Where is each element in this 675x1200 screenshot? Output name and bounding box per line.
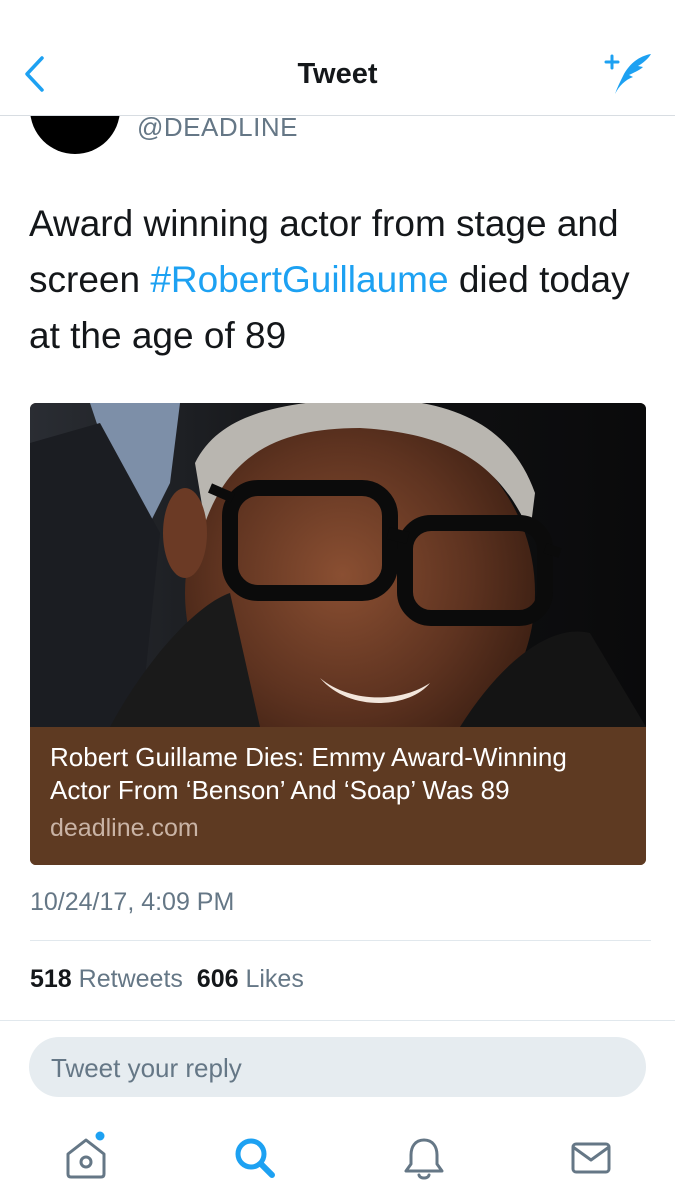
tab-bar [0, 1110, 675, 1200]
tab-messages[interactable] [561, 1128, 621, 1188]
likes-label: Likes [245, 965, 304, 993]
compose-tweet-icon [604, 54, 651, 94]
retweets-stat[interactable]: 518 Retweets [30, 965, 183, 993]
likes-count: 606 [196, 965, 239, 993]
reply-input[interactable]: Tweet your reply [29, 1037, 646, 1097]
messages-icon [571, 1142, 611, 1174]
author-handle[interactable]: @DEADLINE [137, 116, 298, 143]
avatar[interactable] [30, 116, 120, 154]
tweet-timestamp: 10/24/17, 4:09 PM [30, 888, 235, 916]
divider [0, 1020, 675, 1021]
card-body: Robert Guillame Dies: Emmy Award-Winning… [30, 727, 646, 865]
card-photo [30, 403, 646, 727]
tweet-text: Award winning actor from stage and scree… [29, 196, 649, 364]
search-icon [235, 1138, 275, 1178]
card-domain: deadline.com [50, 814, 199, 842]
tab-home[interactable] [56, 1128, 116, 1188]
tab-search[interactable] [225, 1128, 285, 1188]
notifications-icon [404, 1138, 444, 1180]
home-icon [66, 1131, 106, 1179]
link-preview-card[interactable]: Robert Guillame Dies: Emmy Award-Winning… [30, 403, 646, 865]
compose-tweet-button[interactable] [603, 50, 655, 98]
reply-placeholder: Tweet your reply [51, 1053, 242, 1083]
hashtag-link[interactable]: #RobertGuillaume [150, 259, 448, 300]
likes-stat[interactable]: 606 Likes [197, 965, 304, 993]
tweet-author-header: @DEADLINE [0, 116, 675, 166]
retweets-count: 518 [30, 965, 72, 993]
navigation-bar: Tweet [0, 0, 675, 116]
card-title: Robert Guillame Dies: Emmy Award-Winning… [50, 742, 567, 805]
retweets-label: Retweets [78, 965, 183, 993]
tab-notifications[interactable] [394, 1128, 454, 1188]
divider [30, 940, 651, 941]
tweet-stats: 518 Retweets 606 Likes [30, 965, 304, 994]
page-title: Tweet [297, 58, 378, 90]
